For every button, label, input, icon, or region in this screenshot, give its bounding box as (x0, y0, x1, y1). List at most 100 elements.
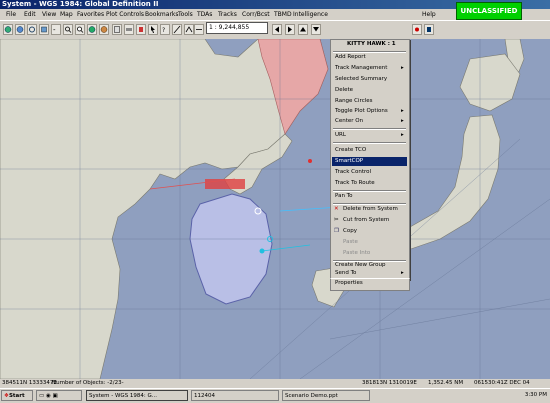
quick-launch: ▭ ◉ ▣ (36, 390, 82, 401)
hokkaido (459, 53, 521, 112)
menu-tracks[interactable]: Tracks (218, 9, 237, 20)
menu-item-track-control[interactable]: Track Control (335, 169, 371, 175)
menu-file[interactable]: File (6, 9, 16, 20)
menu-item-pan-to[interactable]: Pan To (335, 193, 352, 199)
select-icon[interactable] (148, 24, 158, 35)
submenu-arrow-icon: ▸ (401, 118, 404, 124)
korea-south (189, 193, 273, 305)
task-button-system[interactable]: System - WGS 1984: G... (86, 390, 188, 401)
classification-banner: UNCLASSIFIED (456, 2, 522, 20)
nav-up-icon[interactable] (298, 24, 308, 35)
nav-right-icon[interactable] (285, 24, 295, 35)
zoom-icon[interactable] (63, 24, 73, 35)
menu-separator (333, 51, 406, 53)
menu-item-paste: Paste (343, 239, 358, 245)
angle-icon[interactable] (184, 24, 194, 35)
layers-icon[interactable] (39, 24, 49, 35)
submenu-arrow-icon: ▸ (401, 270, 404, 276)
menu-item-smartcop[interactable]: SmartCOP (335, 158, 363, 164)
position-readout: 381813N 1310019E (362, 380, 417, 386)
menu-corr-bcst[interactable]: Corr/Bcst (242, 9, 270, 20)
copy-icon: ❐ (334, 228, 339, 234)
browser-icon[interactable]: ◉ (46, 393, 51, 399)
start-button[interactable]: ❖Start (1, 390, 33, 401)
range-readout: 1,352.45 NM (428, 380, 464, 386)
menu-item-center-on[interactable]: Center On (335, 118, 363, 124)
time-readout: 061530:41Z DEC 04 (474, 380, 530, 386)
draw-line-icon[interactable] (172, 24, 182, 35)
zoom-in-icon[interactable] (75, 24, 85, 35)
svg-text:?: ? (162, 27, 165, 34)
scissors-icon: ✂ (334, 217, 339, 223)
submenu-arrow-icon: ▸ (401, 132, 404, 138)
desktop-icon[interactable]: ▭ (39, 393, 44, 399)
menu-item-add-report[interactable]: Add Report (335, 54, 366, 60)
menu-item-copy[interactable]: Copy (343, 228, 357, 234)
menu-view[interactable]: View (42, 9, 56, 20)
scale-field[interactable]: 1 : 9,244,855 (206, 22, 268, 34)
menu-tdas[interactable]: TDAs (197, 9, 212, 20)
status-bar: 384511N 1333347E Number of Objects: -2/2… (0, 379, 550, 388)
pan-icon[interactable] (112, 24, 122, 35)
tool-b-icon[interactable] (424, 24, 434, 35)
context-menu: KITTY HAWK : 1 Add Report Track Manageme… (330, 39, 410, 280)
menu-edit[interactable]: Edit (24, 9, 36, 20)
range-icon[interactable] (194, 24, 204, 35)
context-menu-header: KITTY HAWK : 1 (347, 41, 396, 47)
submenu-arrow-icon: ▸ (401, 65, 404, 71)
menu-item-cut-from-system[interactable]: Cut from System (343, 217, 389, 223)
menu-item-properties[interactable]: Properties (335, 280, 363, 286)
menu-item-toggle-plot-options[interactable]: Toggle Plot Options (335, 108, 388, 114)
menu-item-create-new-group[interactable]: Create New Group (335, 262, 386, 268)
menu-item-send-to[interactable]: Send To (335, 270, 356, 276)
menu-help[interactable]: Help (422, 9, 436, 20)
refresh-icon[interactable] (27, 24, 37, 35)
zoom-out-icon[interactable]: - (51, 24, 61, 35)
delete-x-icon: ✕ (334, 206, 339, 212)
context-menu-footer: Properties (330, 278, 410, 291)
menu-favorites[interactable]: Favorites (77, 9, 104, 20)
overlay-icon[interactable] (99, 24, 109, 35)
app-icon[interactable]: ▣ (53, 393, 58, 399)
svg-text:-: - (53, 26, 56, 34)
menu-item-delete[interactable]: Delete (335, 87, 353, 93)
menu-tools[interactable]: Tools (178, 9, 193, 20)
map-globe-icon[interactable] (87, 24, 97, 35)
menu-item-track-management[interactable]: Track Management (335, 65, 387, 71)
map-canvas (0, 39, 550, 379)
menu-plot-controls[interactable]: Plot Controls (106, 9, 144, 20)
menu-bookmarks[interactable]: Bookmarks (145, 9, 179, 20)
menu-item-selected-summary[interactable]: Selected Summary (335, 76, 387, 82)
globe-icon[interactable] (3, 24, 13, 35)
menu-map[interactable]: Map (60, 9, 73, 20)
track-icon[interactable] (136, 24, 146, 35)
nav-down-icon[interactable] (311, 24, 321, 35)
submenu-arrow-icon: ▸ (401, 108, 404, 114)
map-view[interactable]: KITTY HAWK : 1 Add Report Track Manageme… (0, 39, 550, 379)
menu-item-delete-from-system[interactable]: Delete from System (343, 206, 398, 212)
menu-separator (333, 128, 406, 130)
taskbar-clock: 3:30 PM (524, 392, 547, 398)
menu-item-paste-into: Paste Into (343, 250, 371, 256)
window-title: System - WGS 1984: Global Definition II (2, 0, 159, 8)
menu-item-create-tco[interactable]: Create TCO (335, 147, 366, 153)
menu-separator (333, 203, 406, 205)
menu-intelligence[interactable]: Intelligence (293, 9, 328, 20)
hook-icon[interactable]: ? (160, 24, 170, 35)
menu-tbmd[interactable]: TBMD (274, 9, 292, 20)
globe-zoom-icon[interactable] (15, 24, 25, 35)
task-button-ppt[interactable]: Scenario Demo.ppt (282, 390, 370, 401)
menu-item-range-circles[interactable]: Range Circles (335, 98, 373, 104)
nav-left-icon[interactable] (272, 24, 282, 35)
menu-item-url[interactable]: URL (335, 132, 346, 138)
taskbar: ❖Start ▭ ◉ ▣ System - WGS 1984: G... 112… (0, 388, 550, 403)
task-button-folder[interactable]: 112404 (191, 390, 279, 401)
menu-separator (333, 142, 406, 144)
cursor-coords: 384511N 1333347E (2, 380, 57, 386)
object-count: Number of Objects: -2/23- (52, 380, 124, 386)
menu-separator (333, 190, 406, 192)
print-icon[interactable] (124, 24, 134, 35)
toolbar: - ? (0, 20, 550, 40)
menu-item-track-to-route[interactable]: Track To Route (335, 180, 375, 186)
tool-a-icon[interactable] (412, 24, 422, 35)
